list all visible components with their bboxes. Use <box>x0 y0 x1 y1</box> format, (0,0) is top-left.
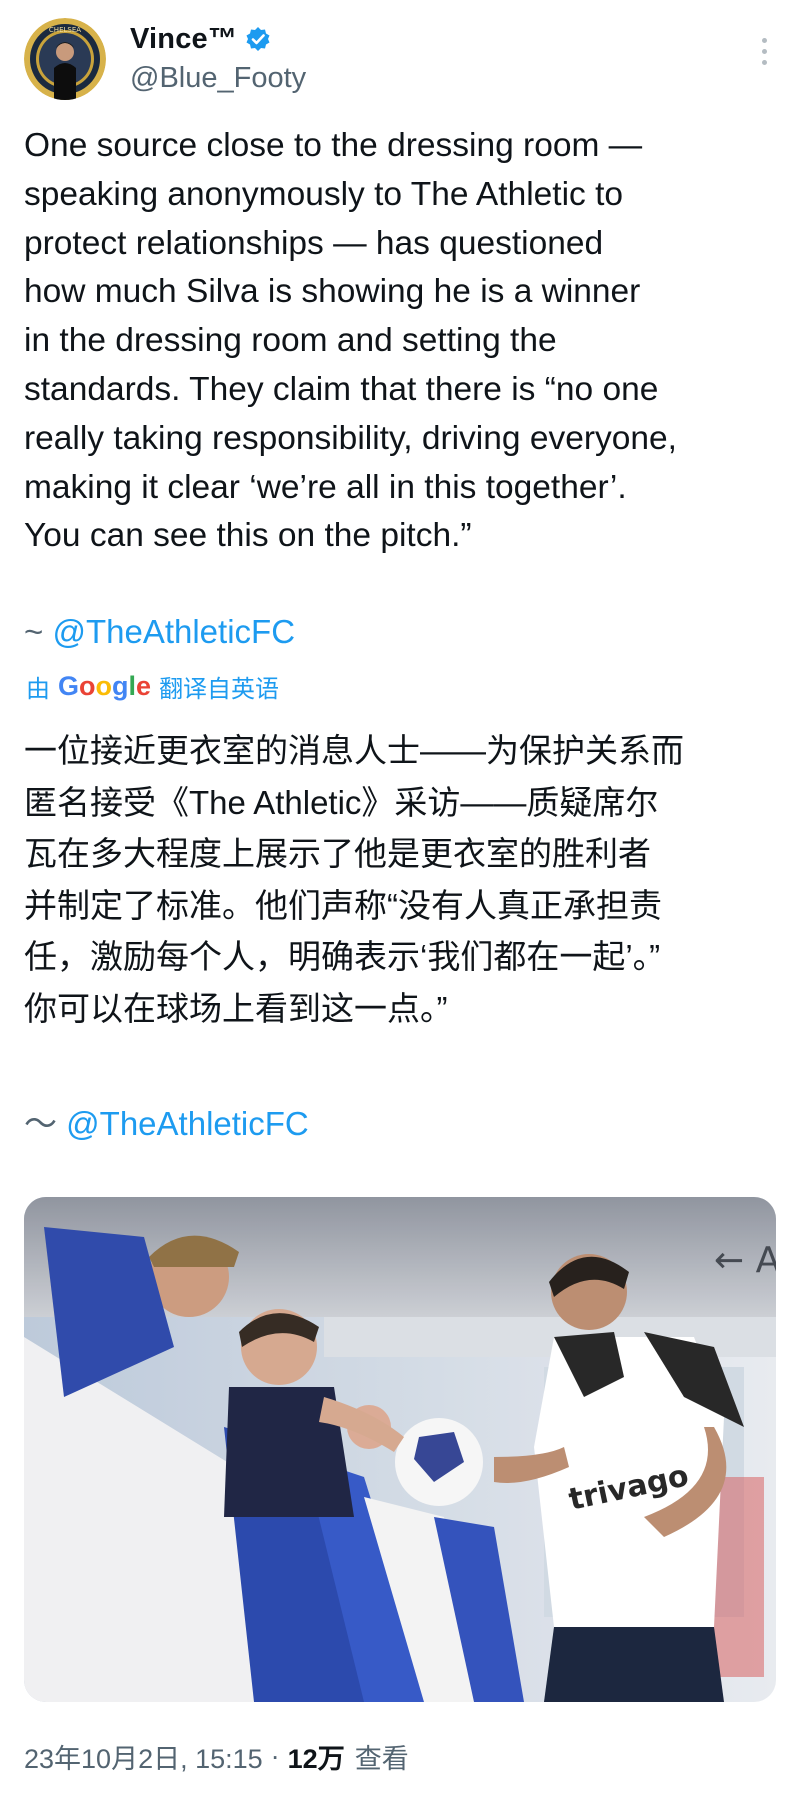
display-name[interactable]: Vince™ <box>130 23 237 56</box>
tweet-mention-line: ~ @TheAthleticFC <box>24 608 295 656</box>
more-options-icon[interactable] <box>756 38 772 72</box>
translated-mention-line: 〜 @TheAthleticFC <box>24 1100 309 1148</box>
translated-body: 一位接近更衣室的消息人士——为保护关系而 匿名接受《The Athletic》采… <box>24 732 684 1027</box>
verified-badge-icon <box>245 26 271 52</box>
translated-mention-prefix: 〜 <box>24 1105 57 1142</box>
tweet-photo[interactable]: ← A trivago <box>24 1197 776 1702</box>
tweet-body: One source close to the dressing room — … <box>24 127 677 555</box>
mention-prefix: ~ <box>24 613 44 650</box>
display-name-row: Vince™ <box>130 20 306 58</box>
translated-mention-link[interactable]: @TheAthleticFC <box>66 1105 309 1142</box>
views-label: 查看 <box>354 1744 409 1774</box>
chelsea-crest-avatar[interactable]: CHELSEA <box>24 18 106 100</box>
tweet-header: CHELSEA Vince™ @Blue_Footy <box>24 18 776 104</box>
google-logo: Google <box>58 670 152 701</box>
footer-separator: · <box>270 1741 280 1771</box>
translation-prefix: 由 <box>26 675 50 703</box>
user-handle[interactable]: @Blue_Footy <box>130 62 306 95</box>
views-count: 12万 <box>287 1744 345 1774</box>
translation-attribution[interactable]: 由 Google 翻译自英语 <box>26 668 279 704</box>
svg-text:CHELSEA: CHELSEA <box>49 26 81 34</box>
tweet-footer: 23年10月2日, 15:15 · 12万 查看 <box>24 1737 409 1776</box>
translation-suffix: 翻译自英语 <box>159 675 280 703</box>
mention-link[interactable]: @TheAthleticFC <box>52 613 295 650</box>
tweet-timestamp[interactable]: 23年10月2日, 15:15 <box>24 1737 263 1776</box>
user-block: Vince™ @Blue_Footy <box>130 20 306 95</box>
